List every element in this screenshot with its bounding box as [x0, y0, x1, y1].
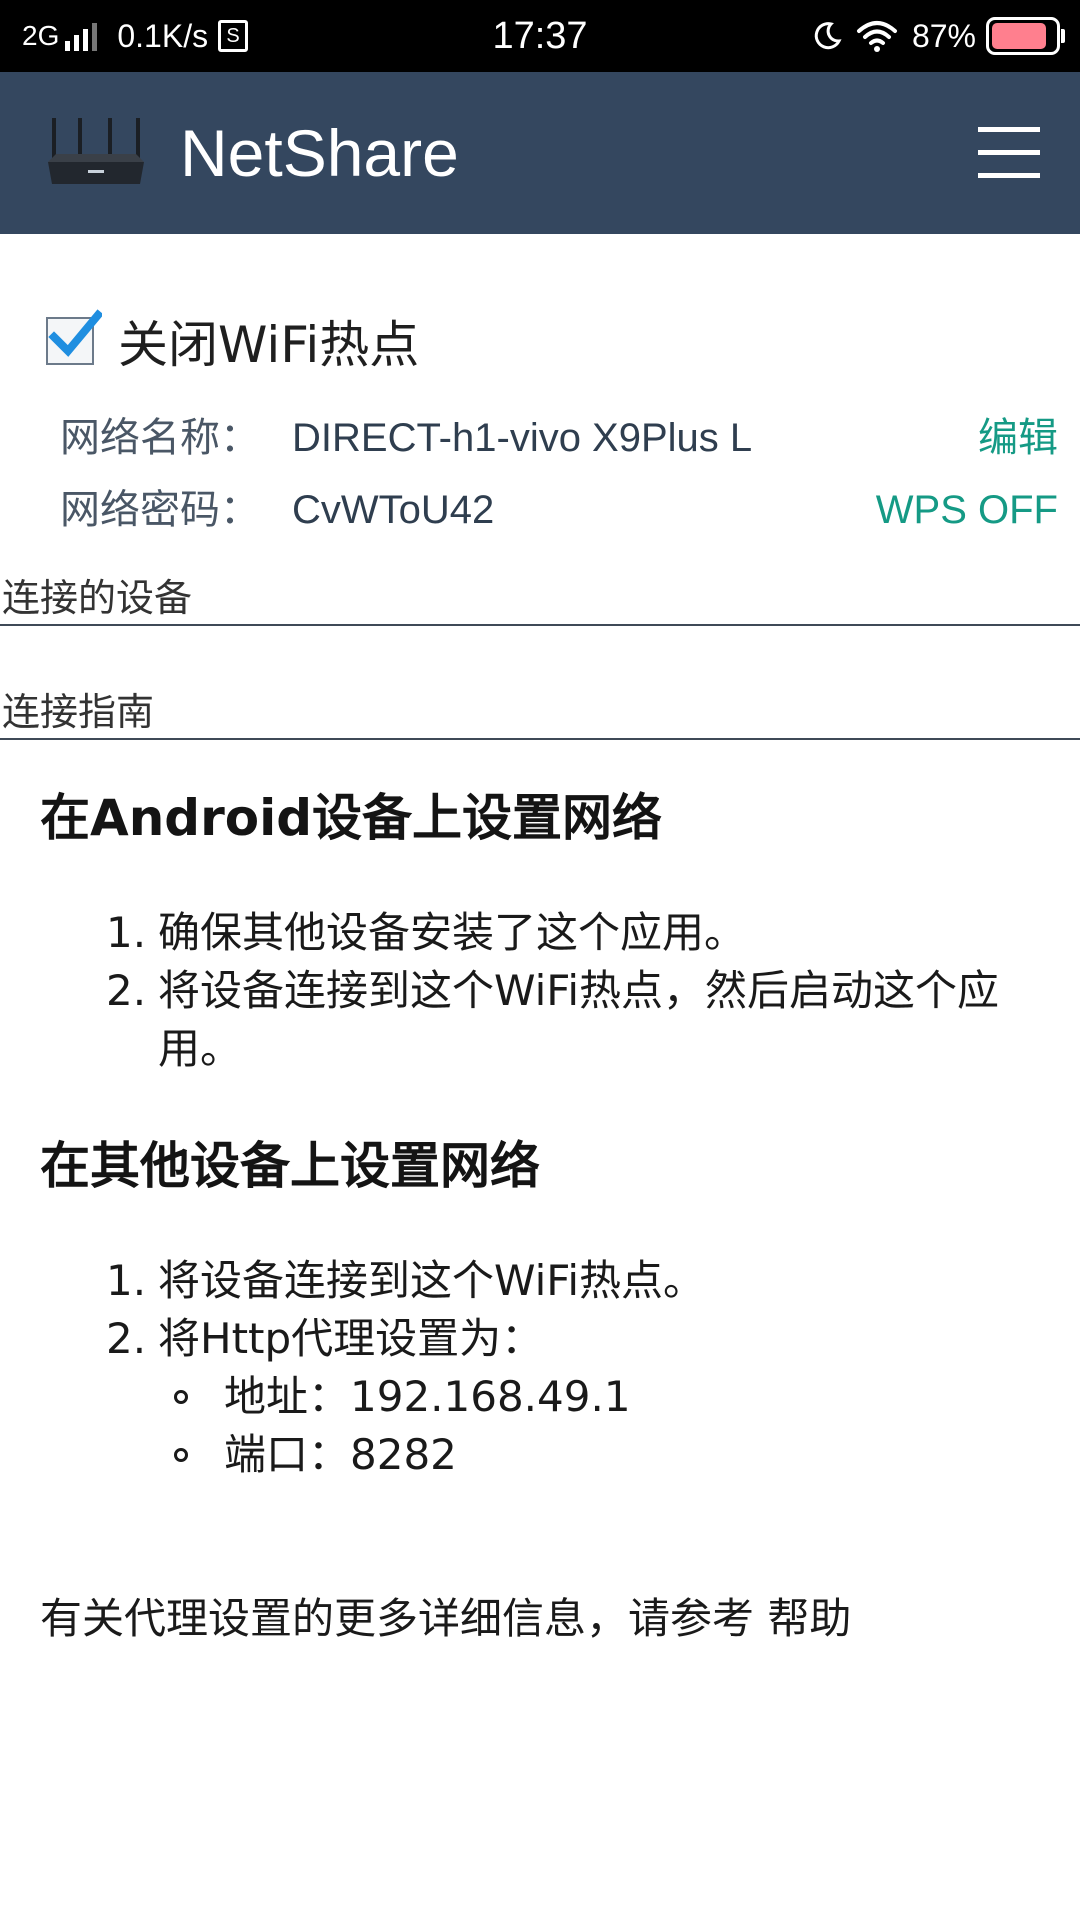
android-steps: 1. 确保其他设备安装了这个应用。 2. 将设备连接到这个WiFi热点，然后启动…	[106, 904, 1046, 1078]
status-bar: 2G 0.1K/s S 17:37 87%	[0, 0, 1080, 72]
checkmark-icon	[48, 309, 102, 357]
list-item: 2. 将设备连接到这个WiFi热点，然后启动这个应用。	[106, 962, 1046, 1078]
step-number: 1.	[106, 1256, 147, 1305]
step-number: 2.	[106, 966, 147, 1015]
step-text: 确保其他设备安装了这个应用。	[158, 908, 747, 957]
moon-icon	[814, 22, 842, 50]
password-value: CvWToU42	[292, 488, 495, 532]
status-right: 87%	[812, 0, 1065, 72]
battery-percent: 87%	[911, 17, 976, 54]
ssid-row: 网络名称： DIRECT-h1-vivo X9Plus L 编辑	[60, 408, 1058, 468]
app-bar: NetShare	[0, 72, 1080, 234]
battery-fill	[992, 23, 1046, 49]
proxy-port-item: 端口：8282	[106, 1426, 1046, 1484]
password-row: 网络密码： CvWToU42 WPS OFF	[60, 480, 1058, 540]
other-steps: 1. 将设备连接到这个WiFi热点。 2. 将Http代理设置为： 地址：192…	[106, 1252, 1046, 1484]
wps-button[interactable]: WPS OFF	[876, 480, 1058, 540]
android-guide-title: 在Android设备上设置网络	[40, 789, 663, 847]
ssid-value: DIRECT-h1-vivo X9Plus L	[292, 416, 753, 460]
bullet-icon	[174, 1390, 188, 1404]
proxy-port: 端口：8282	[224, 1430, 457, 1479]
ssid-label: 网络名称：	[60, 415, 260, 461]
step-text: 将设备连接到这个WiFi热点，然后启动这个应用。	[158, 966, 1000, 1073]
connection-guide-header[interactable]: 连接指南	[0, 684, 1080, 740]
list-item: 1. 确保其他设备安装了这个应用。	[106, 904, 1046, 962]
footer-text: 有关代理设置的更多详细信息，请参考 帮助	[40, 1585, 851, 1646]
hotspot-toggle[interactable]: 关闭WiFi热点	[46, 305, 419, 377]
battery-icon	[986, 17, 1065, 55]
proxy-address-item: 地址：192.168.49.1	[106, 1368, 1046, 1426]
edit-button[interactable]: 编辑	[978, 408, 1058, 468]
step-number: 2.	[106, 1314, 147, 1363]
list-item: 1. 将设备连接到这个WiFi热点。	[106, 1252, 1046, 1310]
hotspot-checkbox[interactable]	[46, 309, 102, 365]
hamburger-menu-icon[interactable]	[978, 127, 1040, 179]
proxy-address: 地址：192.168.49.1	[224, 1372, 631, 1421]
step-text: 将设备连接到这个WiFi热点。	[158, 1256, 706, 1305]
router-icon	[48, 118, 144, 184]
help-link[interactable]: 帮助	[767, 1594, 851, 1643]
step-number: 1.	[106, 908, 147, 957]
hotspot-label: 关闭WiFi热点	[118, 316, 420, 374]
bullet-icon	[174, 1448, 188, 1462]
list-item: 2. 将Http代理设置为：	[106, 1310, 1046, 1368]
password-label: 网络密码：	[60, 487, 260, 533]
connected-devices-header[interactable]: 连接的设备	[0, 570, 1080, 626]
step-text: 将Http代理设置为：	[158, 1314, 544, 1363]
wifi-icon	[856, 21, 897, 52]
footer-description: 有关代理设置的更多详细信息，请参考	[40, 1594, 755, 1643]
app-title: NetShare	[180, 116, 459, 190]
other-guide-title: 在其他设备上设置网络	[40, 1137, 540, 1195]
